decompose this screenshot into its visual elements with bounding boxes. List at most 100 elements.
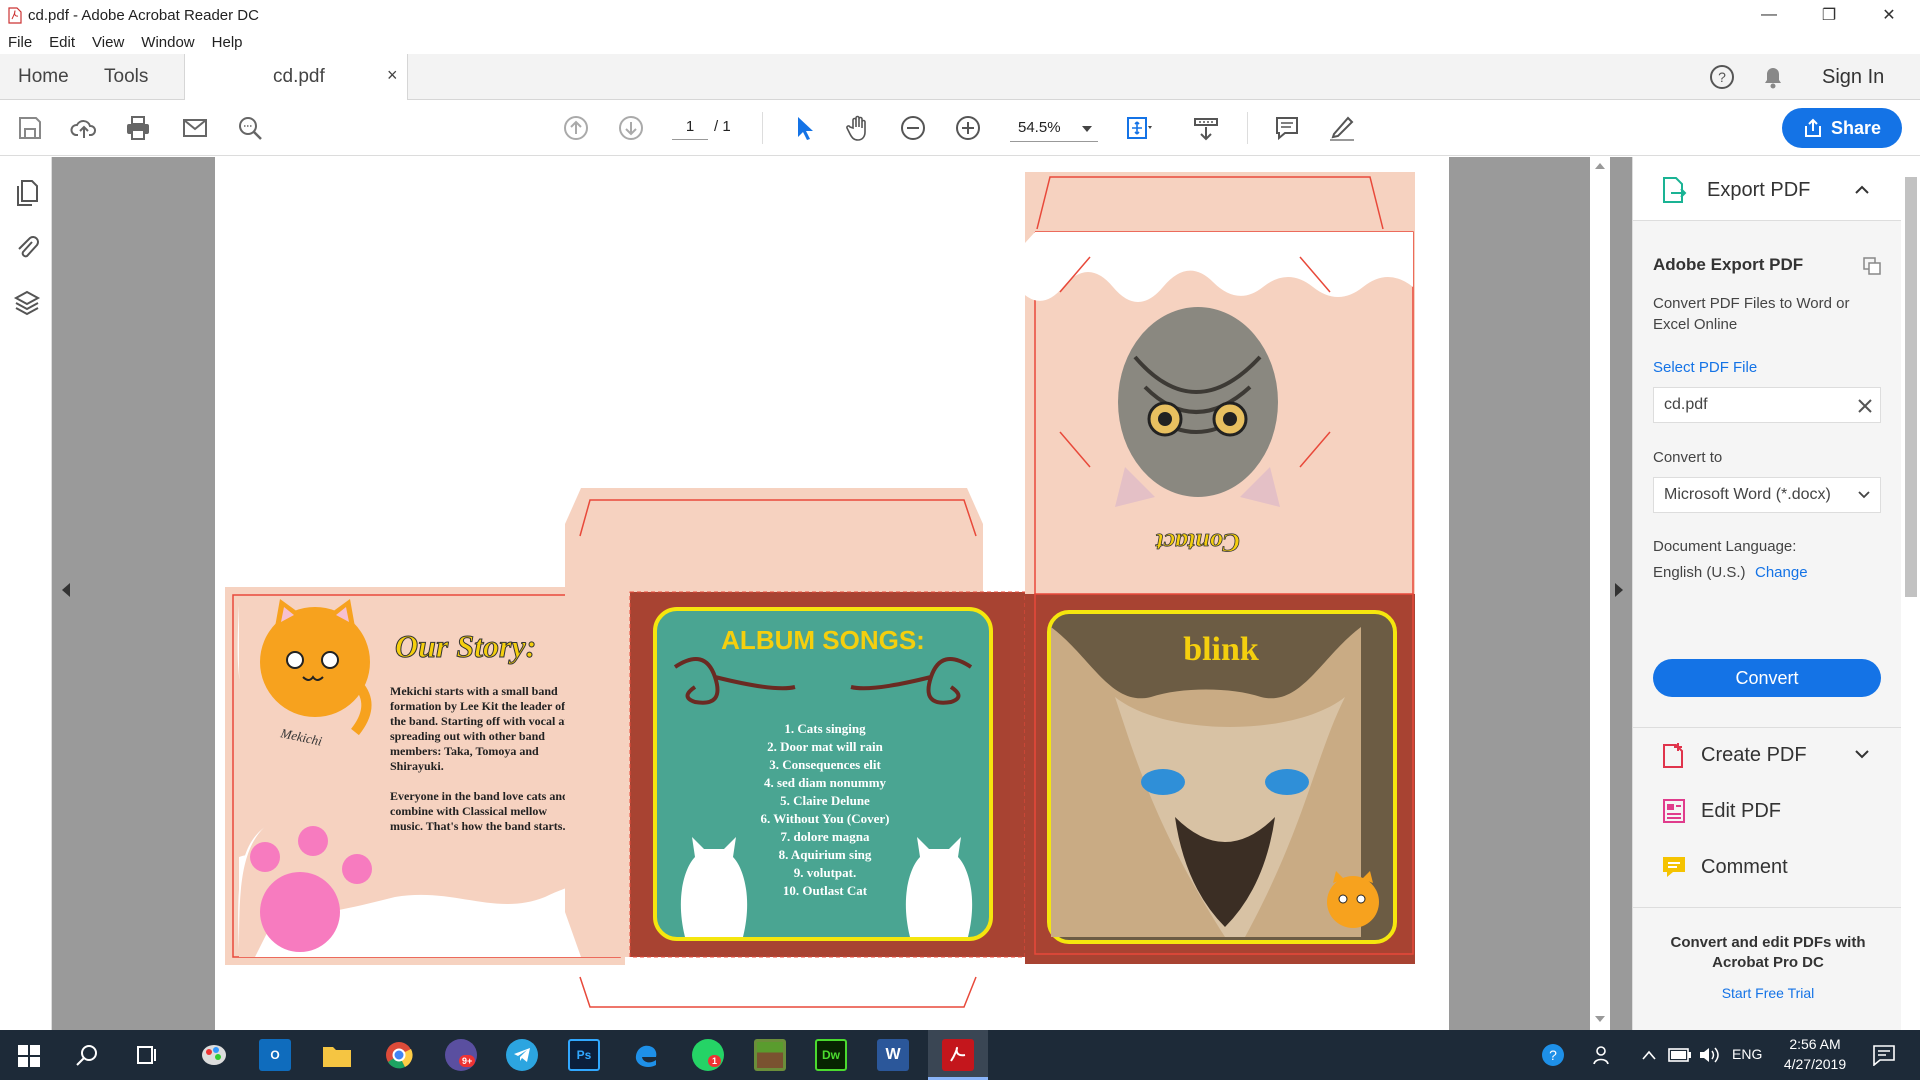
action-center-icon[interactable] (1872, 1044, 1896, 1066)
menu-edit[interactable]: Edit (49, 34, 75, 51)
layers-icon[interactable] (13, 289, 41, 317)
whatsapp-badge: 1 (708, 1055, 722, 1067)
comment-icon[interactable] (1273, 114, 1301, 142)
photoshop-app-icon[interactable]: Ps (568, 1039, 600, 1071)
windows-taskbar: O 9+ Ps 1 Dw W ? ENG 2:56 AM 4/27/2019 (0, 1030, 1920, 1080)
language-indicator[interactable]: ENG (1732, 1046, 1762, 1062)
next-page-icon[interactable] (617, 114, 645, 142)
select-arrow-icon[interactable] (790, 114, 818, 142)
zoom-in-icon[interactable] (954, 114, 982, 142)
comment-tool-icon (1663, 857, 1685, 877)
clear-file-icon[interactable] (1858, 399, 1872, 413)
cd-cover-artwork: Mekichi Our Story: Mekichi starts with a… (225, 172, 1415, 1008)
file-explorer-icon[interactable] (321, 1039, 353, 1071)
document-viewer[interactable]: Mekichi Our Story: Mekichi starts with a… (52, 157, 1632, 1030)
tab-home[interactable]: Home (18, 66, 69, 88)
whatsapp-app-icon[interactable]: 1 (692, 1039, 724, 1071)
share-button[interactable]: Share (1782, 108, 1902, 148)
menu-window[interactable]: Window (141, 34, 194, 51)
tool-edit-pdf[interactable]: Edit PDF (1661, 793, 1781, 829)
task-view-icon[interactable] (136, 1044, 158, 1066)
bell-icon[interactable] (1760, 63, 1786, 91)
minecraft-app-icon[interactable] (754, 1039, 786, 1071)
export-pdf-icon (1663, 177, 1687, 203)
page-number-input[interactable]: 1 (672, 118, 708, 140)
help-tray-icon[interactable]: ? (1540, 1042, 1566, 1068)
svg-text:?: ? (1718, 69, 1726, 85)
close-window-button[interactable]: ✕ (1860, 0, 1918, 30)
print-icon[interactable] (124, 114, 152, 142)
chrome-app-icon[interactable] (383, 1039, 415, 1071)
save-icon[interactable] (16, 114, 44, 142)
paint-app-icon[interactable] (198, 1039, 230, 1071)
tab-tools[interactable]: Tools (104, 66, 148, 88)
zoom-level-select[interactable]: 54.5% (1010, 116, 1098, 142)
search-zoom-icon[interactable] (236, 114, 264, 142)
outlook-app-icon[interactable]: O (259, 1039, 291, 1071)
zoom-out-icon[interactable] (899, 114, 927, 142)
song-6: 6. Without You (Cover) (760, 811, 889, 826)
dreamweaver-app-icon[interactable]: Dw (815, 1039, 847, 1071)
sign-in-link[interactable]: Sign In (1822, 66, 1884, 89)
our-story-title: Our Story: (395, 628, 536, 664)
mail-app-icon[interactable]: 9+ (445, 1039, 477, 1071)
song-10: 10. Outlast Cat (783, 883, 868, 898)
upload-cloud-icon[interactable] (70, 114, 98, 142)
menu-file[interactable]: File (8, 34, 32, 51)
expand-right-panel-arrow-icon[interactable] (1615, 583, 1623, 597)
search-icon[interactable] (76, 1044, 98, 1066)
start-free-trial-link[interactable]: Start Free Trial (1663, 985, 1873, 1001)
edit-pdf-icon (1663, 799, 1685, 823)
clock-date[interactable]: 4/27/2019 (1778, 1056, 1852, 1072)
attachments-icon[interactable] (14, 233, 40, 261)
menu-help[interactable]: Help (212, 34, 243, 51)
promo-text: Convert and edit PDFs with Acrobat Pro D… (1670, 934, 1866, 971)
page-total: / 1 (714, 118, 731, 135)
tool-create-pdf[interactable]: Create PDF (1661, 737, 1807, 773)
maximize-button[interactable]: ❐ (1800, 0, 1858, 30)
collapse-left-arrow-icon[interactable] (62, 583, 70, 597)
right-panel-scrollbar[interactable] (1901, 157, 1920, 1030)
tool-comment[interactable]: Comment (1661, 849, 1788, 885)
email-icon[interactable] (181, 114, 209, 142)
export-pdf-header[interactable]: Export PDF (1633, 157, 1901, 221)
previous-page-icon[interactable] (562, 114, 590, 142)
select-pdf-file-label[interactable]: Select PDF File (1653, 359, 1757, 376)
menu-view[interactable]: View (92, 34, 124, 51)
chevron-down-icon[interactable] (1855, 750, 1869, 759)
story-paragraph-2: Everyone in the band love cats and combi… (390, 789, 569, 833)
clock-time[interactable]: 2:56 AM (1782, 1036, 1848, 1052)
help-icon[interactable]: ? (1708, 63, 1736, 91)
convert-button[interactable]: Convert (1653, 659, 1881, 697)
page-thumbnails-icon[interactable] (14, 179, 40, 207)
minimize-button[interactable]: — (1740, 0, 1798, 30)
people-tray-icon[interactable] (1592, 1044, 1614, 1066)
change-language-link[interactable]: Change (1755, 564, 1808, 581)
selected-file-field[interactable]: cd.pdf (1653, 387, 1881, 423)
edge-app-icon[interactable] (630, 1039, 662, 1071)
windows-start-icon[interactable] (18, 1045, 40, 1067)
scroll-mode-icon[interactable] (1192, 114, 1220, 142)
copy-icon[interactable] (1863, 257, 1881, 275)
cover-title: blink (1183, 631, 1259, 668)
hand-tool-icon[interactable] (844, 114, 872, 142)
tray-overflow-chevron-icon[interactable] (1642, 1050, 1656, 1060)
convert-format-select[interactable]: Microsoft Word (*.docx) (1653, 477, 1881, 513)
fit-page-icon[interactable] (1124, 114, 1152, 142)
telegram-app-icon[interactable] (506, 1039, 538, 1071)
battery-icon[interactable] (1668, 1047, 1692, 1063)
tab-close-button[interactable]: × (387, 65, 398, 86)
chevron-up-icon[interactable] (1855, 185, 1869, 194)
highlight-pen-icon[interactable] (1328, 114, 1356, 142)
document-scrollbar[interactable] (1590, 157, 1610, 1030)
song-2: 2. Door mat will rain (767, 739, 883, 754)
volume-icon[interactable] (1698, 1045, 1720, 1065)
create-pdf-icon (1663, 743, 1683, 768)
tool-create-pdf-label: Create PDF (1701, 743, 1807, 766)
song-5: 5. Claire Delune (780, 793, 870, 808)
acrobat-app-icon (942, 1039, 974, 1071)
acrobat-taskbar-item-active[interactable] (928, 1030, 988, 1080)
tab-document-label: cd.pdf (273, 66, 325, 87)
word-app-icon[interactable]: W (877, 1039, 909, 1071)
tab-document[interactable]: cd.pdf × (184, 54, 408, 100)
